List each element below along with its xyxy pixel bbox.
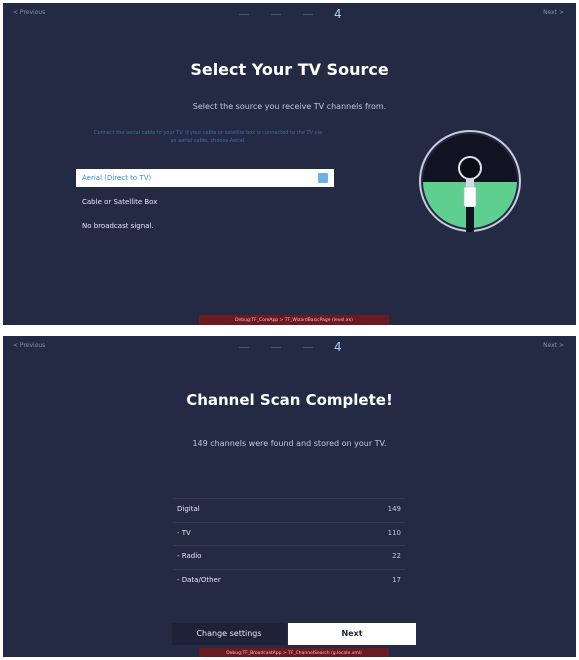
channel-type-label: - Radio	[177, 552, 202, 560]
connection-hint-line: an aerial cable, choose Aerial.	[170, 138, 246, 144]
step-number: 4	[334, 340, 342, 354]
channel-count-value: 17	[392, 576, 401, 584]
top-navigation-bar: < Previous 4 Next >	[3, 336, 576, 360]
channel-type-label: - Data/Other	[177, 576, 221, 584]
source-option-no-signal[interactable]: No broadcast signal.	[76, 217, 334, 235]
connection-hint-line: Connect the aerial cable to your TV. If …	[94, 130, 322, 136]
step-indicator-dash	[303, 347, 313, 348]
aerial-cable-illustration	[419, 130, 521, 232]
source-option-aerial[interactable]: Aerial (Direct to TV)	[76, 169, 334, 187]
channel-count-value: 149	[387, 505, 401, 513]
debug-info-bar: Debug:TF_BroadcastApp > TF_ChannelSearch…	[199, 648, 389, 657]
channel-count-value: 110	[387, 529, 401, 537]
step-indicator-dash	[239, 14, 249, 15]
page-title: Channel Scan Complete!	[186, 391, 393, 409]
channel-count-row-tv: - TV 110	[173, 522, 405, 543]
next-nav-button[interactable]: Next >	[543, 342, 564, 349]
channel-count-row-digital: Digital 149	[173, 498, 405, 519]
source-option-label: Cable or Satellite Box	[82, 198, 158, 206]
step-indicator-dash	[303, 14, 313, 15]
next-nav-button[interactable]: Next >	[543, 9, 564, 16]
step-indicator-dash	[271, 14, 281, 15]
page-subtitle: 149 channels were found and stored on yo…	[192, 439, 387, 448]
channel-type-label: Digital	[177, 505, 200, 513]
source-option-cable-satellite[interactable]: Cable or Satellite Box	[76, 193, 334, 211]
step-indicator-dash	[271, 347, 281, 348]
step-number: 4	[334, 7, 342, 21]
channel-count-row-radio: - Radio 22	[173, 545, 405, 566]
channel-scan-complete-screen: < Previous 4 Next > Channel Scan Complet…	[3, 336, 576, 657]
debug-info-bar: Debug:TF_CoreApp > TF_WizardBasicPage (l…	[199, 315, 389, 325]
select-tv-source-screen: < Previous 4 Next > Select Your TV Sourc…	[3, 3, 576, 325]
previous-button[interactable]: < Previous	[13, 342, 45, 349]
step-indicator-dash	[239, 347, 249, 348]
channel-count-value: 22	[392, 552, 401, 560]
page-subtitle: Select the source you receive TV channel…	[192, 102, 387, 111]
selected-check-icon	[318, 173, 328, 183]
connection-hint: Connect the aerial cable to your TV. If …	[23, 129, 393, 145]
channel-type-label: - TV	[177, 529, 191, 537]
previous-button[interactable]: < Previous	[13, 9, 45, 16]
change-settings-button[interactable]: Change settings	[172, 623, 286, 645]
source-option-label: No broadcast signal.	[82, 222, 154, 230]
page-title: Select Your TV Source	[190, 60, 389, 79]
next-button[interactable]: Next	[288, 623, 416, 645]
source-option-label: Aerial (Direct to TV)	[82, 174, 152, 182]
top-navigation-bar: < Previous 4 Next >	[3, 3, 576, 27]
channel-count-row-data-other: - Data/Other 17	[173, 569, 405, 590]
